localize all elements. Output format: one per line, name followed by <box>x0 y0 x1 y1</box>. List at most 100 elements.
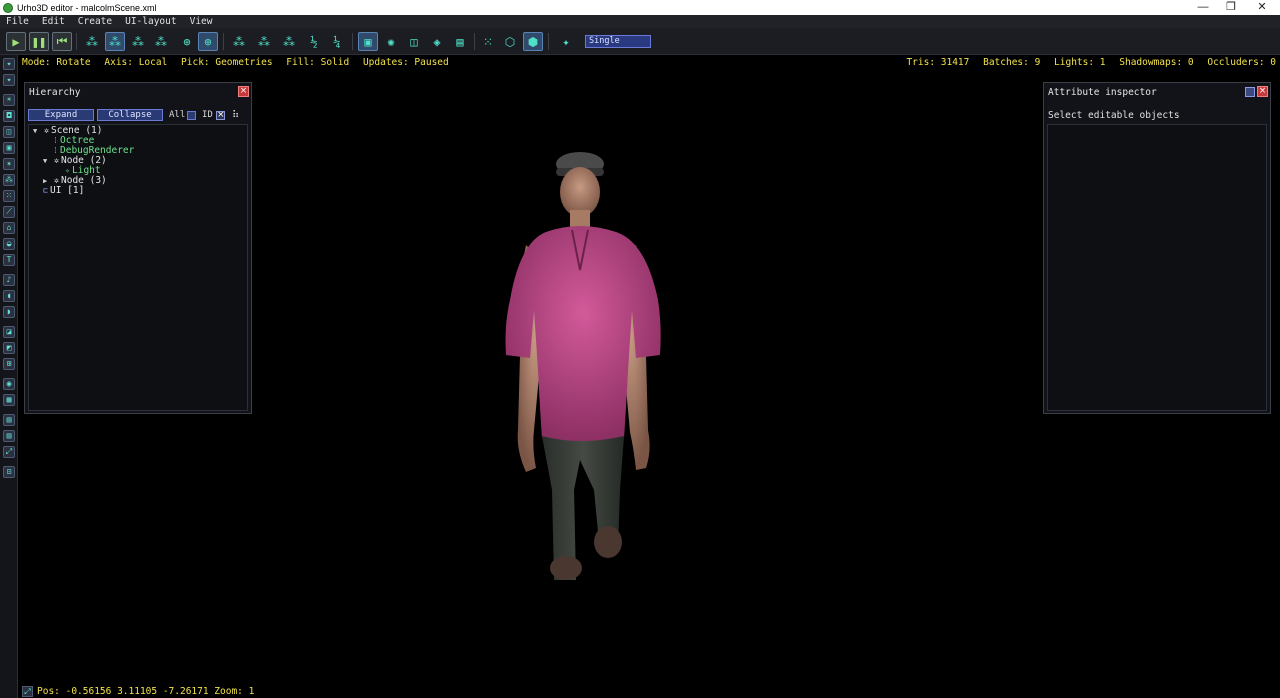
toolbar-separator <box>548 33 549 50</box>
hierarchy-panel: Hierarchy × Expand Collapse All ID × ⠷ ▼… <box>24 82 252 414</box>
ui-window-icon[interactable]: ▥ <box>3 430 15 442</box>
script-icon[interactable]: ▦ <box>3 394 15 406</box>
rotate-gizmo-icon[interactable]: ⁂ <box>105 32 125 51</box>
play-icon[interactable]: ▶ <box>6 32 26 51</box>
move-gizmo-icon[interactable]: ⁂ <box>82 32 102 51</box>
menu-create[interactable]: Create <box>78 16 112 27</box>
ui-element-icon[interactable]: ▤ <box>3 414 15 426</box>
snap-rotate-icon[interactable]: ⁂ <box>254 32 274 51</box>
pick-ui-icon[interactable]: ▤ <box>450 32 470 51</box>
camera-pos-text: Pos: -0.56156 3.11105 -7.26171 Zoom: 1 <box>37 686 255 697</box>
status-mode: Mode: Rotate <box>22 57 91 68</box>
hierarchy-close-icon[interactable]: × <box>238 86 249 97</box>
status-line: Mode: Rotate Axis: Local Pick: Geometrie… <box>22 56 1280 69</box>
pick-zones-icon[interactable]: ◫ <box>404 32 424 51</box>
component-icon: ⁞ <box>53 146 58 155</box>
expand-arrow-icon[interactable]: ▼ <box>33 126 42 136</box>
billboard-icon[interactable]: ⁂ <box>3 174 15 186</box>
id-label: ID <box>202 110 213 120</box>
select-gizmo-icon[interactable]: ⁂ <box>151 32 171 51</box>
collapse-button[interactable]: Collapse <box>97 109 163 121</box>
camera-component-icon[interactable]: ◘ <box>3 110 15 122</box>
tree-item-ui[interactable]: ⊏ UI [1] <box>41 186 84 196</box>
expand-button[interactable]: Expand <box>28 109 94 121</box>
stat-lights: Lights: 1 <box>1054 57 1106 68</box>
menu-view[interactable]: View <box>190 16 213 27</box>
sound-3d-icon[interactable]: ◗ <box>3 306 15 318</box>
attribute-inspector-panel: Attribute inspector × Select editable ob… <box>1043 82 1271 414</box>
pick-mode-icon[interactable]: ✦ <box>556 32 576 51</box>
toolbar-separator <box>474 33 475 50</box>
pick-geometries-icon[interactable]: ▣ <box>358 32 378 51</box>
id-checkbox[interactable]: × <box>216 111 225 120</box>
menu-edit[interactable]: Edit <box>42 16 65 27</box>
component-icon: ⁞ <box>53 136 58 145</box>
node-icon: ✲ <box>44 126 49 135</box>
snap-move-icon[interactable]: ⁂ <box>229 32 249 51</box>
pick-lights-icon[interactable]: ✺ <box>381 32 401 51</box>
camera-icon[interactable]: ⤢ <box>22 686 33 697</box>
status-updates: Updates: Paused <box>362 57 449 68</box>
toolbar-separator <box>223 33 224 50</box>
pause-icon[interactable]: ❚❚ <box>29 32 49 51</box>
navigation-icon[interactable]: ◉ <box>3 378 15 390</box>
hierarchy-title: Hierarchy <box>29 87 81 98</box>
inspector-close-icon[interactable]: × <box>1257 86 1268 97</box>
constraint-icon[interactable]: ⊞ <box>3 358 15 370</box>
terrain-icon[interactable]: ⌂ <box>3 222 15 234</box>
character-model <box>505 152 661 580</box>
menu-file[interactable]: File <box>6 16 29 27</box>
fill-wireframe-icon[interactable]: ⬡ <box>500 32 520 51</box>
local-axis-icon[interactable]: ⊕ <box>198 32 218 51</box>
inspector-title: Attribute inspector <box>1048 87 1157 98</box>
create-local-node-icon[interactable]: ✦ <box>3 74 15 86</box>
snap-half-icon[interactable]: ½ <box>304 32 324 51</box>
all-checkbox[interactable] <box>187 111 196 120</box>
sound-source-icon[interactable]: ♪ <box>3 274 15 286</box>
ui-root-icon: ⊏ <box>43 186 48 195</box>
pick-mode-select[interactable]: Single <box>585 35 651 48</box>
particle-emitter-icon[interactable]: ⁙ <box>3 190 15 202</box>
menu-ui-layout[interactable]: UI-layout <box>125 16 176 27</box>
pick-rigidbodies-icon[interactable]: ◈ <box>427 32 447 51</box>
snap-scale-icon[interactable]: ⁂ <box>279 32 299 51</box>
node-icon: ✲ <box>54 156 59 165</box>
fill-points-icon[interactable]: ⁙ <box>478 32 498 51</box>
light-component-icon[interactable]: ☀ <box>3 94 15 106</box>
status-fill: Fill: Solid <box>286 57 350 68</box>
minimize-button[interactable]: — <box>1188 0 1218 15</box>
inspector-settings-icon[interactable] <box>1245 87 1255 97</box>
inspector-content[interactable] <box>1047 124 1267 411</box>
restore-button[interactable]: ❐ <box>1216 0 1246 15</box>
left-tool-strip: ✦ ✦ ☀ ◘ ◫ ▣ ✶ ⁂ ⁙ ⟋ ⌂ ◒ T ♪ ◖ ◗ ◪ ◩ ⊞ ◉ … <box>0 55 18 698</box>
inspector-message: Select editable objects <box>1048 110 1180 121</box>
status-axis: Axis: Local <box>104 57 168 68</box>
text3d-icon[interactable]: T <box>3 254 15 266</box>
ui-scroll-icon[interactable]: ⤢ <box>3 446 15 458</box>
expand-arrow-icon[interactable]: ▼ <box>43 156 52 166</box>
stat-tris: Tris: 31417 <box>906 57 970 68</box>
camera-position-bar: ⤢ Pos: -0.56156 3.11105 -7.26171 Zoom: 1 <box>22 685 254 698</box>
stat-batches: Batches: 9 <box>983 57 1041 68</box>
tree-options-icon[interactable]: ⠷ <box>232 110 239 121</box>
close-window-button[interactable]: ✕ <box>1247 0 1277 15</box>
sound-listener-icon[interactable]: ◖ <box>3 290 15 302</box>
zone-component-icon[interactable]: ◫ <box>3 126 15 138</box>
rewind-icon[interactable]: ⏮ <box>52 32 72 51</box>
window-title-bar: Urho3D editor - malcolmScene.xml — ❐ ✕ <box>0 0 1280 15</box>
ui-layout-icon[interactable]: ⊡ <box>3 466 15 478</box>
scale-gizmo-icon[interactable]: ⁂ <box>128 32 148 51</box>
hierarchy-tree[interactable]: ▼ ✲ Scene (1) ⁞ Octree ⁞ DebugRenderer ▼ ✲ Nod… <box>28 124 248 411</box>
collision-shape-icon[interactable]: ◩ <box>3 342 15 354</box>
skybox-icon[interactable]: ◒ <box>3 238 15 250</box>
snap-quarter-icon[interactable]: ¼ <box>327 32 347 51</box>
stat-shadowmaps: Shadowmaps: 0 <box>1119 57 1194 68</box>
rigid-body-icon[interactable]: ◪ <box>3 326 15 338</box>
toolbar-separator <box>76 33 77 50</box>
fill-solid-icon[interactable]: ⬢ <box>523 32 543 51</box>
create-node-icon[interactable]: ✦ <box>3 58 15 70</box>
decal-icon[interactable]: ⟋ <box>3 206 15 218</box>
static-model-icon[interactable]: ▣ <box>3 142 15 154</box>
animated-model-icon[interactable]: ✶ <box>3 158 15 170</box>
world-axis-icon[interactable]: ⊕ <box>177 32 197 51</box>
